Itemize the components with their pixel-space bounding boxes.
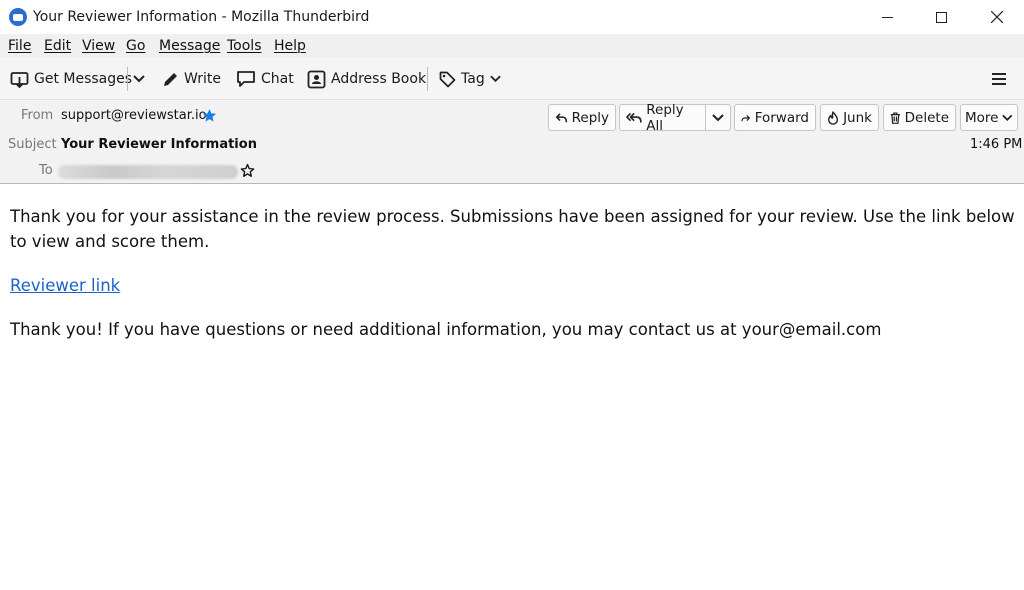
main-toolbar: Get Messages Write Chat Address Book Tag: [0, 58, 1024, 100]
thunderbird-icon: [9, 8, 27, 26]
menu-help[interactable]: Help: [274, 38, 306, 54]
chevron-down-icon: [489, 75, 501, 83]
menu-go[interactable]: Go: [126, 38, 145, 54]
reply-arrow-icon: [555, 112, 568, 122]
write-label: Write: [184, 71, 221, 87]
forward-button[interactable]: Forward: [734, 104, 816, 131]
body-paragraph-1: Thank you for your assistance in the rev…: [10, 207, 1015, 251]
window-titlebar: Your Reviewer Information - Mozilla Thun…: [0, 0, 1024, 34]
address-book-label: Address Book: [331, 71, 427, 87]
from-address[interactable]: support@reviewstar.io: [61, 108, 207, 123]
chat-bubble-icon: [237, 71, 255, 87]
chevron-down-icon: [1002, 114, 1013, 121]
inbox-download-icon: [10, 71, 29, 88]
reply-all-label: Reply All: [646, 101, 684, 134]
toolbar-divider: [427, 67, 428, 91]
redacted-recipient: [58, 165, 238, 179]
body-paragraph-2: Thank you! If you have questions or need…: [10, 320, 882, 339]
address-book-icon: [307, 70, 326, 88]
get-messages-button[interactable]: Get Messages: [10, 68, 132, 90]
close-icon: [991, 11, 1003, 23]
reply-all-button[interactable]: Reply All: [619, 101, 706, 134]
menu-view[interactable]: View: [82, 38, 115, 54]
menu-bar: File Edit View Go Message Tools Help: [0, 34, 1024, 58]
more-label: More: [965, 109, 999, 126]
app-menu-button[interactable]: [991, 68, 1007, 90]
chat-label: Chat: [261, 71, 294, 87]
star-outline-icon[interactable]: [240, 163, 255, 178]
message-time: 1:46 PM: [970, 137, 1023, 152]
delete-label: Delete: [904, 109, 949, 126]
address-book-button[interactable]: Address Book: [307, 68, 426, 90]
chevron-down-icon: [133, 75, 145, 83]
menu-tools[interactable]: Tools: [227, 38, 262, 54]
menu-file[interactable]: File: [8, 38, 31, 54]
tag-button[interactable]: Tag: [439, 68, 501, 90]
write-button[interactable]: Write: [162, 68, 221, 90]
menu-edit[interactable]: Edit: [44, 38, 71, 54]
reviewer-link[interactable]: Reviewer link: [10, 276, 120, 295]
reply-label: Reply: [571, 109, 609, 126]
delete-button[interactable]: Delete: [883, 104, 956, 131]
reply-all-icon: [626, 112, 642, 123]
star-filled-icon[interactable]: [202, 108, 217, 123]
toolbar-divider: [127, 67, 128, 91]
reply-all-dropdown[interactable]: [705, 104, 731, 131]
chat-button[interactable]: Chat: [236, 68, 294, 90]
junk-button[interactable]: Junk: [820, 104, 879, 131]
to-label: To: [39, 163, 53, 178]
subject-label: Subject: [8, 137, 57, 152]
close-button[interactable]: [974, 0, 1020, 34]
tag-label: Tag: [461, 71, 485, 87]
flame-icon: [828, 110, 839, 125]
maximize-button[interactable]: [918, 0, 964, 34]
minimize-button[interactable]: [864, 0, 910, 34]
tag-icon: [439, 71, 456, 87]
window-title: Your Reviewer Information - Mozilla Thun…: [33, 9, 370, 25]
hamburger-menu-icon: [992, 73, 1006, 85]
pencil-icon: [164, 72, 177, 86]
minimize-icon: [881, 16, 893, 18]
reply-button[interactable]: Reply: [548, 104, 616, 131]
forward-arrow-icon: [741, 114, 750, 121]
maximize-icon: [935, 11, 947, 23]
get-messages-label: Get Messages: [34, 71, 133, 87]
trash-icon: [890, 111, 900, 124]
forward-label: Forward: [754, 109, 809, 126]
from-label: From: [21, 108, 54, 123]
get-messages-dropdown[interactable]: [133, 68, 145, 90]
chevron-down-icon: [712, 113, 724, 121]
junk-label: Junk: [843, 109, 872, 126]
subject-value: Your Reviewer Information: [61, 137, 257, 152]
more-button[interactable]: More: [960, 104, 1018, 131]
menu-message[interactable]: Message: [159, 38, 220, 54]
body-link-wrapper: Reviewer link: [10, 273, 120, 298]
